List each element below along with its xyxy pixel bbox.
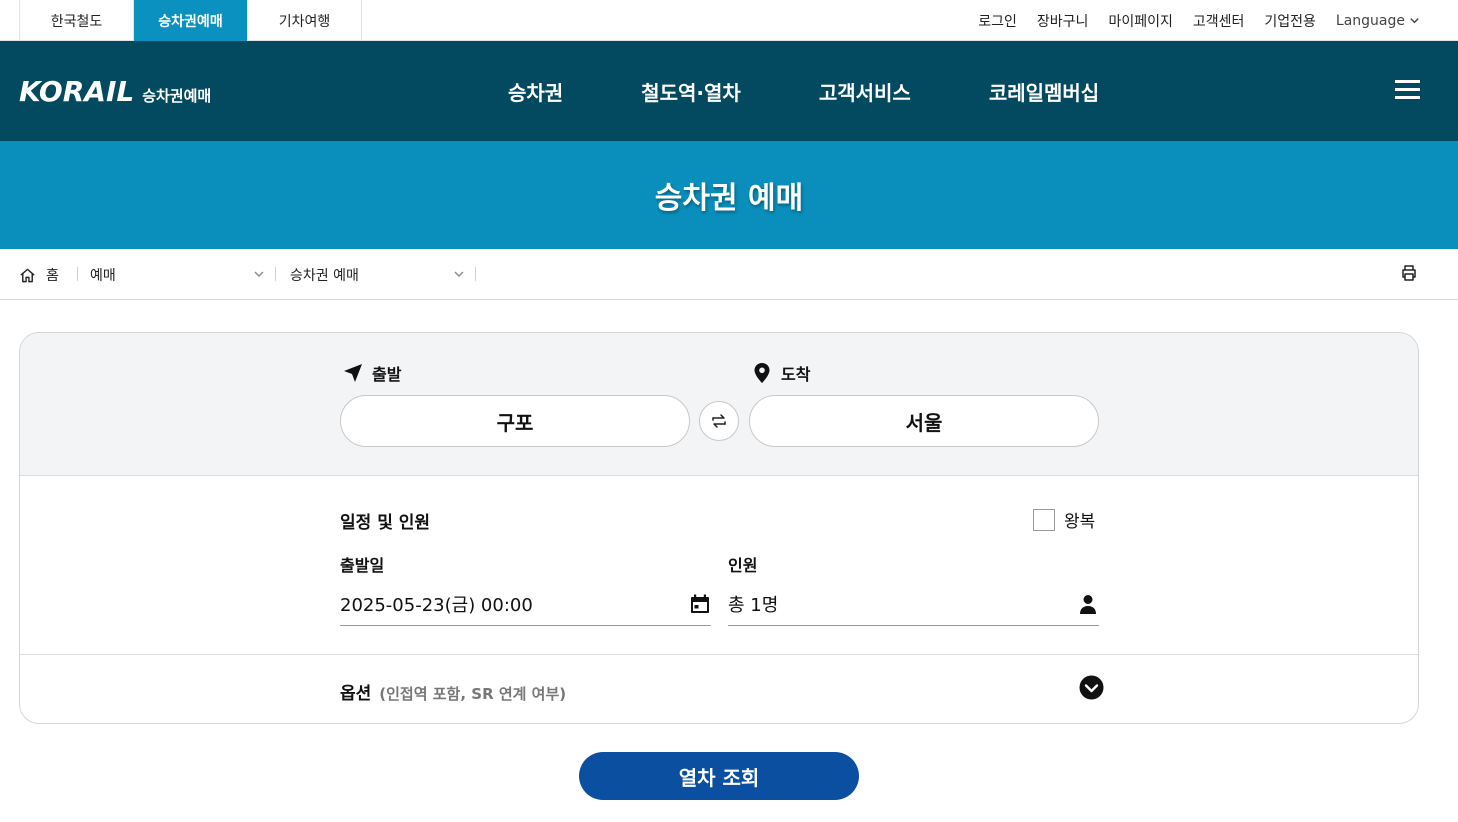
location-pin-icon [754,363,770,383]
calendar-icon[interactable] [689,593,711,615]
options-label: 옵션 (인접역 포함, SR 연계 여부) [340,679,566,704]
breadcrumb-divider [77,267,78,281]
nav-customer-service[interactable]: 고객서비스 [819,77,911,106]
site-tabs: 한국철도 승차권예매 기차여행 [19,0,362,41]
roundtrip-label: 왕복 [1064,512,1096,532]
departure-label: 출발 [342,361,401,385]
breadcrumb-level2[interactable]: 승차권 예매 [290,265,359,285]
utility-bar: 한국철도 승차권예매 기차여행 로그인 장바구니 마이페이지 고객센터 기업전용… [0,0,1458,41]
main-header: KORAIL 승차권예매 승차권 철도역·열차 고객서비스 코레일멤버십 [0,41,1458,141]
korail-logo[interactable]: KORAIL 승차권예매 [19,75,211,108]
util-links: 로그인 장바구니 마이페이지 고객센터 기업전용 Language [978,0,1420,41]
date-label: 출발일 [340,556,385,575]
chevron-down-icon [1410,18,1419,24]
passengers-label: 인원 [728,556,758,575]
global-nav: 승차권 철도역·열차 고객서비스 코레일멤버십 [508,41,1099,141]
chevron-down-circle-icon[interactable] [1079,675,1104,700]
route-section: 출발 도착 구포 서울 [20,333,1418,476]
mypage-link[interactable]: 마이페이지 [1108,11,1172,31]
breadcrumb-home-label: 홈 [46,268,59,284]
business-link[interactable]: 기업전용 [1264,11,1316,31]
options-description: (인접역 포함, SR 연계 여부) [379,685,567,703]
home-icon [20,268,35,282]
date-value: 2025-05-23(금) 00:00 [340,594,533,616]
schedule-title: 일정 및 인원 [340,513,431,533]
site-tab-travel[interactable]: 기차여행 [248,0,362,41]
site-tab-ticket[interactable]: 승차권예매 [134,0,248,41]
logo-mark: KORAIL [19,75,135,108]
breadcrumb-home[interactable]: 홈 [19,265,59,285]
nav-station-train[interactable]: 철도역·열차 [641,77,741,106]
search-trains-button[interactable]: 열차 조회 [579,752,859,800]
navigation-arrow-icon [344,364,362,382]
customer-center-link[interactable]: 고객센터 [1193,11,1245,31]
roundtrip-checkbox[interactable] [1033,508,1055,531]
person-icon[interactable] [1077,593,1099,615]
options-toggle[interactable]: 옵션 (인접역 포함, SR 연계 여부) [20,655,1418,723]
nav-ticket[interactable]: 승차권 [508,77,563,106]
logo-subtitle: 승차권예매 [142,87,212,105]
booking-form: 출발 도착 구포 서울 일정 및 인원 왕복 출발일 인원 2025-05-23… [19,332,1419,724]
chevron-down-icon[interactable] [253,268,265,280]
language-select[interactable]: Language [1336,13,1420,29]
arrival-label: 도착 [751,361,810,385]
site-tab-korail[interactable]: 한국철도 [20,0,134,41]
print-icon[interactable] [1400,264,1418,282]
swap-stations-button[interactable] [699,401,739,441]
breadcrumb-divider [475,267,476,281]
arrival-station-input[interactable]: 서울 [749,395,1099,447]
passengers-value: 총 1명 [728,594,779,616]
breadcrumb-level1[interactable]: 예매 [90,265,116,285]
login-link[interactable]: 로그인 [978,11,1017,31]
language-label: Language [1335,12,1405,29]
schedule-section: 일정 및 인원 왕복 출발일 인원 2025-05-23(금) 00:00 총 … [20,476,1418,655]
hamburger-icon[interactable] [1395,80,1420,102]
cart-link[interactable]: 장바구니 [1037,11,1089,31]
page-title: 승차권 예매 [654,181,804,216]
departure-station-input[interactable]: 구포 [340,395,690,447]
departure-date-field[interactable]: 2025-05-23(금) 00:00 [340,582,711,626]
title-band: 승차권 예매 [0,141,1458,249]
options-title: 옵션 [340,684,372,704]
swap-icon [712,414,726,428]
breadcrumb: 홈 예매 승차권 예매 [0,249,1458,300]
breadcrumb-divider [275,267,276,281]
roundtrip-toggle[interactable]: 왕복 [1033,507,1095,532]
nav-membership[interactable]: 코레일멤버십 [989,77,1099,106]
passengers-field[interactable]: 총 1명 [728,582,1099,626]
chevron-down-icon[interactable] [453,268,465,280]
